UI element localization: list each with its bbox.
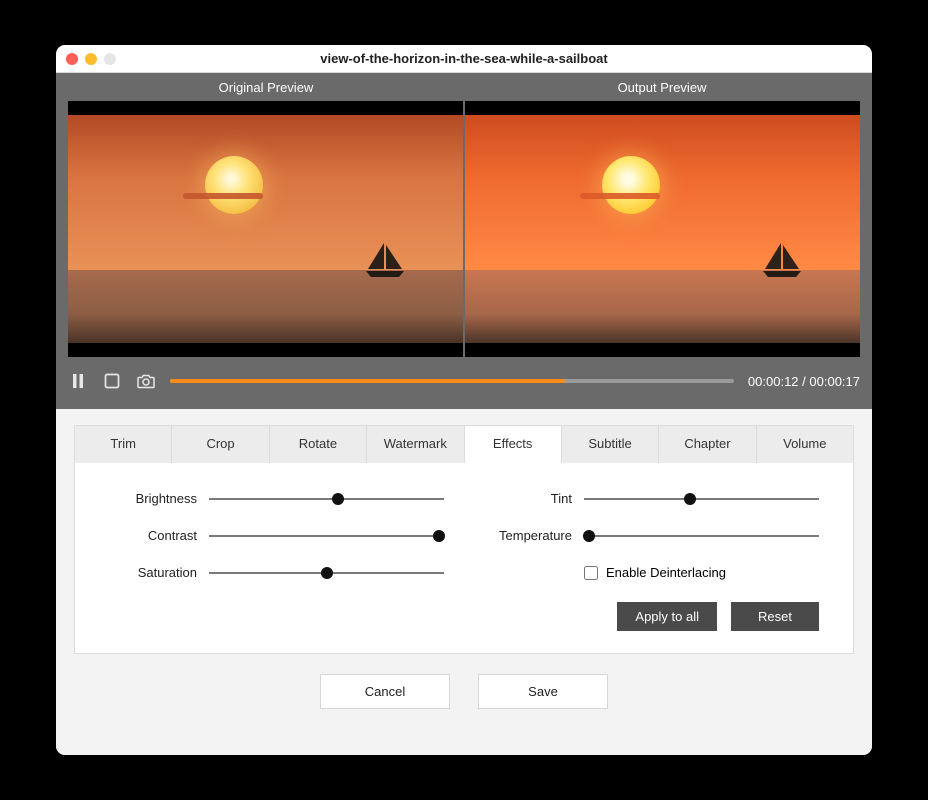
original-preview-label: Original Preview bbox=[68, 80, 464, 95]
apply-to-all-button[interactable]: Apply to all bbox=[617, 602, 717, 631]
cancel-button[interactable]: Cancel bbox=[320, 674, 450, 709]
dialog-footer: Cancel Save bbox=[74, 654, 854, 733]
brightness-slider[interactable]: Brightness bbox=[109, 491, 444, 506]
tab-volume[interactable]: Volume bbox=[757, 425, 854, 463]
tab-watermark[interactable]: Watermark bbox=[367, 425, 464, 463]
tab-trim[interactable]: Trim bbox=[74, 425, 172, 463]
close-window-button[interactable] bbox=[66, 53, 78, 65]
zoom-window-button[interactable] bbox=[104, 53, 116, 65]
editor-area: Trim Crop Rotate Watermark Effects Subti… bbox=[56, 409, 872, 755]
tab-chapter[interactable]: Chapter bbox=[659, 425, 756, 463]
brightness-knob[interactable] bbox=[332, 493, 344, 505]
deinterlace-label: Enable Deinterlacing bbox=[606, 565, 726, 580]
tab-subtitle[interactable]: Subtitle bbox=[562, 425, 659, 463]
app-window: view-of-the-horizon-in-the-sea-while-a-s… bbox=[56, 45, 872, 755]
effects-panel: Brightness Contrast Saturation Tint bbox=[74, 463, 854, 654]
titlebar: view-of-the-horizon-in-the-sea-while-a-s… bbox=[56, 45, 872, 73]
deinterlace-checkbox[interactable] bbox=[584, 566, 598, 580]
preview-area: Original Preview Output Preview bbox=[56, 73, 872, 409]
sailboat-graphic bbox=[759, 241, 805, 279]
output-preview-label: Output Preview bbox=[464, 80, 860, 95]
saturation-label: Saturation bbox=[109, 565, 197, 580]
temperature-slider[interactable]: Temperature bbox=[484, 528, 819, 543]
brightness-label: Brightness bbox=[109, 491, 197, 506]
contrast-knob[interactable] bbox=[433, 530, 445, 542]
pause-icon[interactable] bbox=[68, 371, 88, 391]
progress-track[interactable] bbox=[170, 379, 734, 383]
tint-label: Tint bbox=[484, 491, 572, 506]
reset-button[interactable]: Reset bbox=[731, 602, 819, 631]
contrast-slider[interactable]: Contrast bbox=[109, 528, 444, 543]
total-time: 00:00:17 bbox=[809, 374, 860, 389]
timestamp-display: 00:00:12 / 00:00:17 bbox=[748, 374, 860, 389]
current-time: 00:00:12 bbox=[748, 374, 799, 389]
output-preview bbox=[465, 101, 860, 357]
stop-icon[interactable] bbox=[102, 371, 122, 391]
tab-effects[interactable]: Effects bbox=[465, 425, 562, 463]
original-preview bbox=[68, 101, 463, 357]
tab-crop[interactable]: Crop bbox=[172, 425, 269, 463]
saturation-slider[interactable]: Saturation bbox=[109, 565, 444, 580]
tab-rotate[interactable]: Rotate bbox=[270, 425, 367, 463]
player-bar: 00:00:12 / 00:00:17 bbox=[68, 357, 860, 397]
temperature-knob[interactable] bbox=[583, 530, 595, 542]
tint-knob[interactable] bbox=[684, 493, 696, 505]
snapshot-icon[interactable] bbox=[136, 371, 156, 391]
contrast-label: Contrast bbox=[109, 528, 197, 543]
saturation-knob[interactable] bbox=[321, 567, 333, 579]
tab-bar: Trim Crop Rotate Watermark Effects Subti… bbox=[74, 425, 854, 463]
traffic-lights bbox=[66, 53, 116, 65]
progress-fill bbox=[170, 379, 565, 383]
minimize-window-button[interactable] bbox=[85, 53, 97, 65]
save-button[interactable]: Save bbox=[478, 674, 608, 709]
tint-slider[interactable]: Tint bbox=[484, 491, 819, 506]
temperature-label: Temperature bbox=[484, 528, 572, 543]
sailboat-graphic bbox=[362, 241, 408, 279]
window-title: view-of-the-horizon-in-the-sea-while-a-s… bbox=[56, 51, 872, 66]
